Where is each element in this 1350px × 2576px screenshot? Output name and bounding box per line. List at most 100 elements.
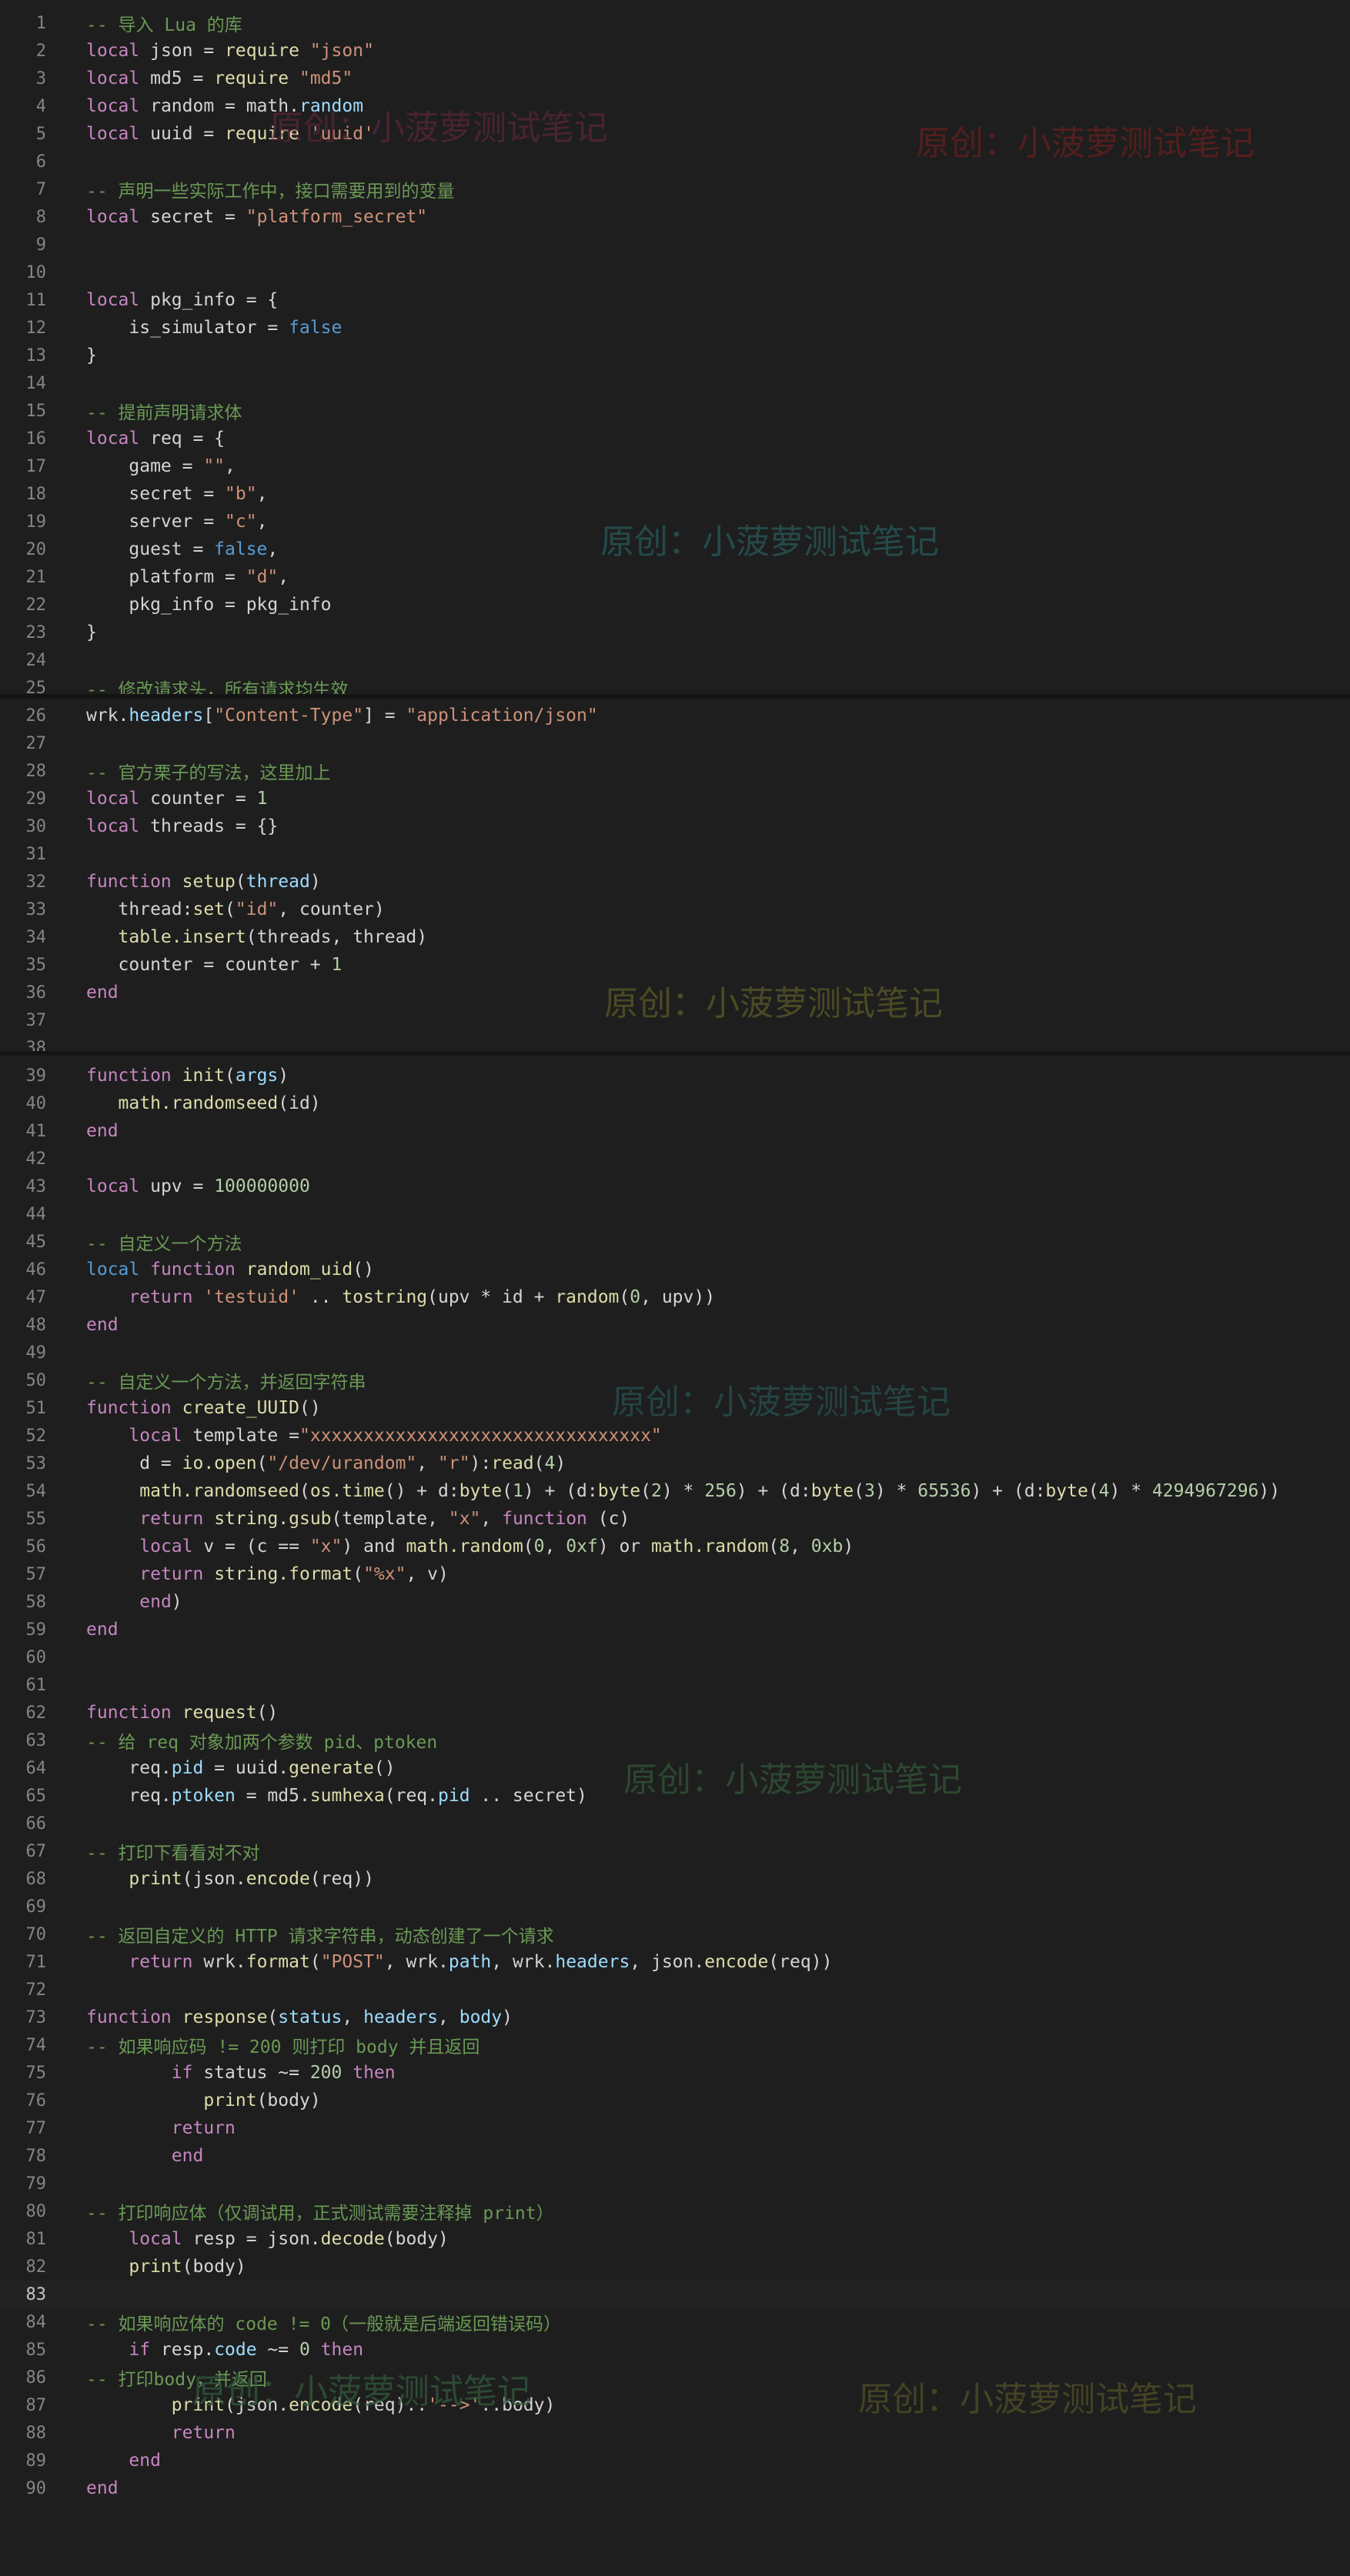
code-text[interactable]: platform = "d", [46,567,289,587]
code-line[interactable]: 3 local md5 = require "md5" [0,65,1350,92]
code-line[interactable]: 33 thread:set("id", counter) [0,896,1350,923]
code-line[interactable]: 43 local upv = 100000000 [0,1173,1350,1200]
code-line[interactable]: 80 -- 打印响应体（仅调试用，正式测试需要注释掉 print） [0,2197,1350,2225]
code-line[interactable]: 49 [0,1339,1350,1366]
code-line[interactable]: 34 table.insert(threads, thread) [0,923,1350,951]
code-text[interactable]: function response(status, headers, body) [46,2007,513,2027]
code-text[interactable]: function init(args) [46,1066,289,1086]
code-line[interactable]: 2 local json = require "json" [0,37,1350,65]
code-line[interactable]: 35 counter = counter + 1 [0,951,1350,979]
code-line[interactable]: 26 wrk.headers["Content-Type"] = "applica… [0,702,1350,729]
code-line[interactable]: 46 local function random_uid() [0,1256,1350,1283]
code-line[interactable]: 90 end [0,2474,1350,2502]
code-line[interactable]: 67 -- 打印下看看对不对 [0,1837,1350,1865]
code-text[interactable]: end [46,1315,119,1335]
code-text[interactable]: end [46,2146,204,2166]
code-text[interactable]: math.randomseed(id) [46,1093,321,1113]
code-line[interactable]: 36 end [0,979,1350,1006]
code-line[interactable]: 23} [0,619,1350,646]
code-text[interactable]: if resp.code ~= 0 then [46,2340,363,2360]
code-line[interactable]: 79 [0,2170,1350,2197]
code-text[interactable]: print(json.encode(req)..'-->'..body) [46,2395,556,2415]
code-line[interactable]: 73 function response(status, headers, bod… [0,2004,1350,2031]
code-text[interactable]: -- 打印响应体（仅调试用，正式测试需要注释掉 print） [46,2198,554,2224]
code-line[interactable]: 65 req.ptoken = md5.sumhexa(req.pid .. s… [0,1782,1350,1810]
code-text[interactable]: -- 自定义一个方法 [46,1229,242,1255]
code-line[interactable]: 29 local counter = 1 [0,785,1350,813]
code-text[interactable]: local md5 = require "md5" [46,68,353,88]
code-line[interactable]: 75 if status ~= 200 then [0,2059,1350,2087]
code-line[interactable]: 13} [0,342,1350,369]
code-text[interactable]: end [46,1620,119,1640]
code-line[interactable]: 1 -- 导入 Lua 的库 [0,9,1350,37]
code-line[interactable]: 10 [0,259,1350,286]
code-line[interactable]: 51 function create_UUID() [0,1394,1350,1422]
code-line[interactable]: 62 function request() [0,1699,1350,1727]
code-line[interactable]: 40 math.randomseed(id) [0,1089,1350,1117]
code-line[interactable]: 88 return [0,2419,1350,2447]
code-line[interactable]: 37 [0,1006,1350,1034]
code-text[interactable]: end [46,2478,119,2498]
code-line[interactable]: 12 is_simulator = false [0,314,1350,342]
code-text[interactable]: end [46,983,119,1003]
code-text[interactable]: end) [46,1592,182,1612]
code-text[interactable]: local req = { [46,429,225,449]
code-line[interactable]: 56 local v = (c == "x") and math.random(… [0,1533,1350,1560]
code-text[interactable]: -- 如果响应体的 code != 0（一般就是后端返回错误码） [46,2309,561,2335]
code-text[interactable]: -- 导入 Lua 的库 [46,10,242,36]
code-line[interactable]: 76 print(body) [0,2087,1350,2114]
code-line[interactable]: 8 local secret = "platform_secret" [0,203,1350,231]
code-text[interactable]: if status ~= 200 then [46,2063,396,2083]
code-line[interactable]: 15 -- 提前声明请求体 [0,397,1350,425]
code-text[interactable]: guest = false, [46,539,278,559]
code-text[interactable]: } [46,345,97,365]
code-line[interactable]: 6 [0,148,1350,175]
code-line[interactable]: 14 [0,369,1350,397]
code-line[interactable]: 66 [0,1810,1350,1837]
code-text[interactable]: -- 声明一些实际工作中，接口需要用到的变量 [46,176,455,202]
code-text[interactable]: wrk.headers["Content-Type"] = "applicati… [46,706,598,726]
code-line[interactable]: 27 [0,729,1350,757]
code-line[interactable]: 30 local threads = {} [0,813,1350,840]
code-text[interactable]: pkg_info = pkg_info [46,595,331,615]
code-text[interactable]: game = "", [46,456,236,476]
code-text[interactable]: print(body) [46,2257,246,2277]
code-line[interactable]: 60 [0,1643,1350,1671]
code-text[interactable]: return [46,2118,236,2138]
code-text[interactable]: is_simulator = false [46,318,342,338]
code-line[interactable]: 41 end [0,1117,1350,1145]
code-line[interactable]: 42 [0,1145,1350,1173]
code-line[interactable]: 82 print(body) [0,2253,1350,2281]
code-line[interactable]: 85 if resp.code ~= 0 then [0,2336,1350,2364]
code-line[interactable]: 47 return 'testuid' .. tostring(upv * id… [0,1283,1350,1311]
code-text[interactable]: thread:set("id", counter) [46,899,385,919]
code-line[interactable]: 89 end [0,2447,1350,2474]
code-line[interactable]: 24 [0,646,1350,674]
code-line[interactable]: 5 local uuid = require 'uuid' [0,120,1350,148]
code-line[interactable]: 50 -- 自定义一个方法，并返回字符串 [0,1366,1350,1394]
code-line[interactable]: 63 -- 给 req 对象加两个参数 pid、ptoken [0,1727,1350,1754]
code-line[interactable]: 54 math.randomseed(os.time() + d:byte(1)… [0,1477,1350,1505]
code-text[interactable]: local template ="xxxxxxxxxxxxxxxxxxxxxxx… [46,1426,661,1446]
code-line[interactable]: 32 function setup(thread) [0,868,1350,896]
code-text[interactable]: return string.format("%x", v) [46,1564,449,1584]
code-line[interactable]: 55 return string.gsub(template, "x", fun… [0,1505,1350,1533]
code-line[interactable]: 48 end [0,1311,1350,1339]
code-text[interactable]: -- 返回自定义的 HTTP 请求字符串，动态创建了一个请求 [46,1921,554,1947]
code-text[interactable]: return [46,2423,236,2443]
code-line[interactable]: 61 [0,1671,1350,1699]
code-text[interactable]: req.ptoken = md5.sumhexa(req.pid .. secr… [46,1786,587,1806]
code-line[interactable]: 57 return string.format("%x", v) [0,1560,1350,1588]
code-line[interactable]: 22 pkg_info = pkg_info [0,591,1350,619]
code-text[interactable]: local resp = json.decode(body) [46,2229,448,2249]
code-text[interactable]: function create_UUID() [46,1398,321,1418]
code-text[interactable]: d = io.open("/dev/urandom", "r"):read(4) [46,1453,566,1473]
code-text[interactable]: counter = counter + 1 [46,955,343,975]
code-line[interactable]: 59 end [0,1616,1350,1643]
code-line[interactable]: 19 server = "c", [0,508,1350,536]
code-line[interactable]: 77 return [0,2114,1350,2142]
code-text[interactable]: local function random_uid() [46,1260,374,1280]
code-text[interactable]: end [46,2451,161,2471]
code-line[interactable]: 74 -- 如果响应码 != 200 则打印 body 并且返回 [0,2031,1350,2059]
code-line[interactable]: 53 d = io.open("/dev/urandom", "r"):read… [0,1450,1350,1477]
